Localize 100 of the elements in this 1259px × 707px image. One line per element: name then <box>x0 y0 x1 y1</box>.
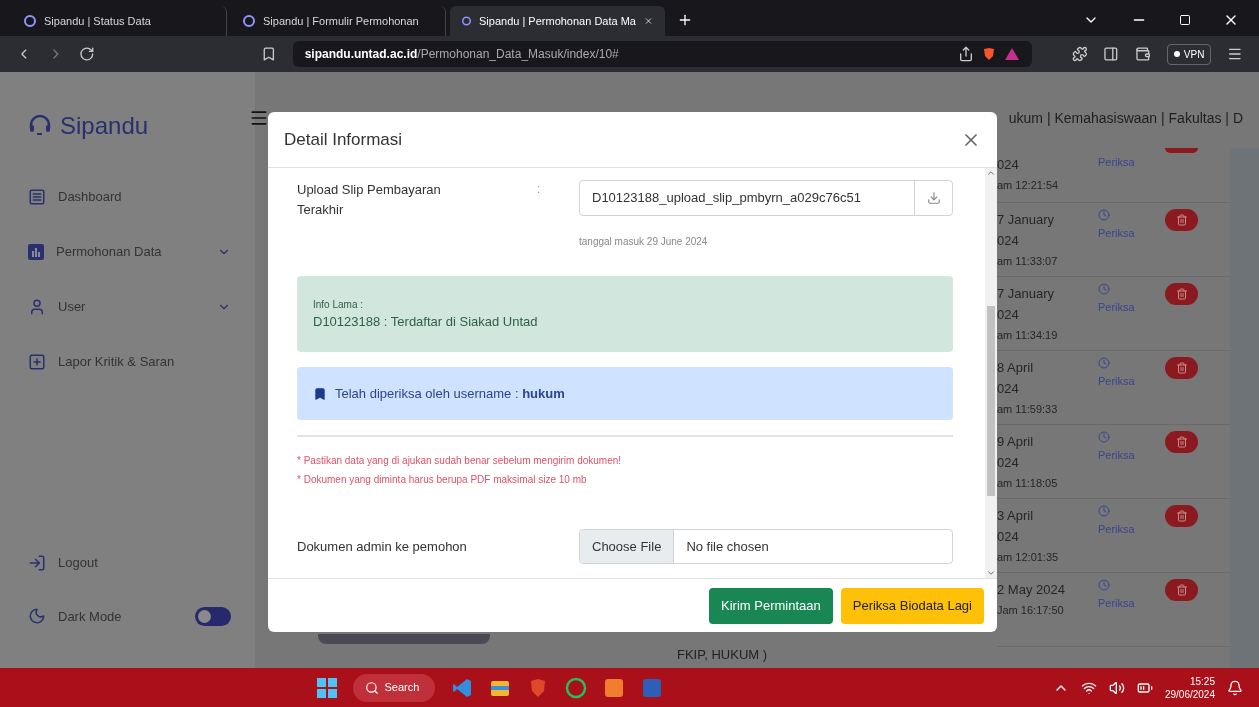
sidebar-toggle-icon[interactable] <box>1103 46 1120 62</box>
hamburger-icon[interactable] <box>249 108 269 128</box>
file-link-field[interactable]: D10123188_upload_slip_pmbyrn_a029c76c51 <box>579 180 953 216</box>
date-text: am 11:33:07 <box>997 254 1059 269</box>
extensions-icon[interactable] <box>1071 46 1088 62</box>
periksa-link[interactable]: Periksa <box>1098 521 1165 538</box>
address-bar[interactable]: sipandu.untad.ac.id/Permohonan_Data_Masuk/index/10# <box>292 41 1032 67</box>
date-text: 024 <box>997 454 1020 472</box>
date-note: tanggal masuk 29 June 2024 <box>579 235 709 249</box>
date-text: 024 <box>997 528 1020 546</box>
date-text: Jam 16:17:50 <box>997 603 1065 618</box>
bookmark-icon <box>313 386 327 401</box>
file-input[interactable]: Choose File No file chosen <box>579 529 953 564</box>
info-text: D10123188 : Terdaftar di Siakad Untad <box>313 312 539 331</box>
date-text: am 11:59:33 <box>997 402 1059 417</box>
clock-icon <box>1098 283 1110 295</box>
date-text: am 12:01:35 <box>997 550 1060 565</box>
date-text: 024 <box>997 380 1020 398</box>
triangle-rewards-icon[interactable] <box>1003 47 1020 61</box>
trash-icon <box>1175 436 1188 448</box>
field-label: Upload Slip Pembayaran Terakhir <box>297 181 442 219</box>
clock-date: 29/06/2024 <box>1164 687 1215 701</box>
date-text: 7 January <box>997 285 1056 303</box>
menu-square-icon <box>28 188 46 206</box>
brand-name: Sipandu <box>60 111 149 141</box>
periksa-link[interactable]: Periksa <box>1098 225 1165 242</box>
date-text: 2 May 2024 <box>997 581 1066 599</box>
user-icon <box>28 298 46 316</box>
volume-icon[interactable] <box>1108 679 1125 696</box>
taskbar-search[interactable]: Search <box>352 673 435 702</box>
menu-icon[interactable] <box>1227 46 1243 62</box>
restore-icon[interactable] <box>1179 14 1191 26</box>
browser-tab[interactable]: Sipandu | Permohonan Data Ma <box>450 6 665 36</box>
date-text: 8 April <box>997 359 1035 377</box>
chat-bubble-icon[interactable] <box>564 676 587 699</box>
sidebar-item[interactable]: Dashboard <box>28 188 231 206</box>
url-text: sipandu.untad.ac.id/Permohonan_Data_Masuk/index/10# <box>304 46 619 63</box>
date-text: 9 April <box>997 433 1035 451</box>
headset-logo-icon <box>28 114 52 138</box>
plus-square-icon <box>28 353 46 371</box>
periksa-link[interactable]: Periksa <box>1098 373 1165 390</box>
delete-button[interactable] <box>1165 209 1198 231</box>
logout-item[interactable]: Logout <box>28 553 231 573</box>
delete-button-edge <box>1165 148 1198 153</box>
tab-title: Sipandu | Status Data <box>44 13 152 29</box>
windows-logo-icon[interactable] <box>316 677 337 698</box>
clock-icon <box>1098 431 1110 443</box>
scroll-up-icon[interactable] <box>986 168 996 178</box>
date-text: 7 January <box>997 211 1056 229</box>
date-text: 024 <box>997 156 1020 174</box>
scrollbar-thumb[interactable] <box>987 306 995 496</box>
checked-text: Telah diperiksa oleh username : hukum <box>335 384 565 403</box>
tab-title: Sipandu | Formulir Permohonan <box>263 13 420 29</box>
scroll-down-icon[interactable] <box>986 568 996 578</box>
delete-button[interactable] <box>1165 505 1198 527</box>
dark-mode-label: Dark Mode <box>58 607 123 626</box>
sidebar-item[interactable]: Permohonan Data <box>28 243 231 261</box>
delete-button[interactable] <box>1165 431 1198 453</box>
trash-icon <box>1175 510 1188 522</box>
periksa-link[interactable]: Periksa <box>1098 299 1165 316</box>
clock-icon <box>1098 209 1110 221</box>
periksa-link[interactable]: Periksa <box>1098 447 1165 464</box>
logout-icon <box>28 553 46 572</box>
delete-button[interactable] <box>1165 283 1198 305</box>
periksa-link[interactable]: Periksa <box>1098 595 1165 612</box>
modal-title: Detail Informasi <box>284 128 404 151</box>
field-label: Dokumen admin ke pemohon <box>297 537 468 556</box>
warning-note: * Pastikan data yang di ajukan sudah benar sebelum mengirim dokumen! <box>297 454 623 468</box>
footer-button[interactable]: Periksa Biodata Lagi <box>840 587 984 624</box>
clock-icon <box>1098 357 1110 369</box>
delete-button[interactable] <box>1165 357 1198 379</box>
clock-icon <box>1098 505 1110 517</box>
date-text: am 12:21:54 <box>997 178 1060 193</box>
trash-icon <box>1175 288 1188 300</box>
share-icon[interactable] <box>957 46 974 62</box>
wallet-icon[interactable] <box>1135 46 1151 62</box>
reload-icon[interactable] <box>79 46 95 62</box>
date-text: am 11:18:05 <box>997 476 1059 491</box>
sidebar-item[interactable]: User <box>28 298 231 316</box>
colon-text: : <box>536 181 542 198</box>
vpn-button[interactable]: VPN <box>1166 43 1212 65</box>
status-dot-icon <box>1173 51 1180 57</box>
footer-button[interactable]: Kirim Permintaan <box>709 587 833 624</box>
download-icon <box>926 191 941 205</box>
date-text: am 11:34:19 <box>997 328 1059 343</box>
background-cell-text: FKIP, HUKUM ) <box>677 645 768 664</box>
delete-button[interactable] <box>1165 579 1198 601</box>
dark-mode-toggle[interactable] <box>195 606 231 626</box>
moon-icon <box>28 607 46 626</box>
periksa-link[interactable]: Periksa <box>1098 154 1165 171</box>
sidebar-item[interactable]: Lapor Kritik & Saran <box>28 353 231 371</box>
header-title: ukum | Kemahasiswaan | Fakultas | D <box>1008 108 1243 128</box>
close-tab-icon[interactable] <box>644 15 653 27</box>
notification-icon[interactable] <box>1227 679 1243 696</box>
trash-icon <box>1175 584 1188 596</box>
app-tile-icon[interactable] <box>602 676 625 699</box>
tab-title: Sipandu | Permohonan Data Ma <box>479 13 636 29</box>
trash-icon <box>1175 362 1188 374</box>
new-tab-icon[interactable] <box>677 12 693 28</box>
clock-icon <box>1098 579 1110 591</box>
